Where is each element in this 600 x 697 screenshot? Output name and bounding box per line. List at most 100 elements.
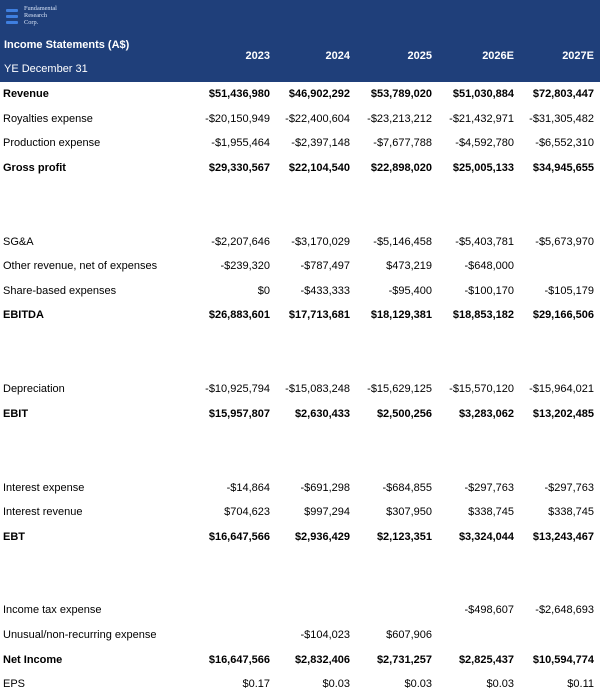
row-value: $22,104,540 bbox=[288, 161, 350, 174]
row-value: -$7,677,788 bbox=[373, 137, 432, 150]
row-value: $15,957,807 bbox=[208, 407, 270, 420]
spacer-row bbox=[0, 328, 600, 353]
row-value: -$15,629,125 bbox=[367, 383, 432, 396]
row-value: -$5,403,781 bbox=[455, 235, 514, 248]
table-row: Unusual/non-recurring expense -$104,023 $6… bbox=[0, 623, 600, 648]
row-value: $46,902,292 bbox=[288, 88, 350, 100]
row-label: EBT bbox=[3, 530, 25, 543]
row-value: -$105,179 bbox=[544, 284, 594, 297]
row-value: $51,436,980 bbox=[208, 88, 270, 100]
row-label: Interest revenue bbox=[3, 506, 83, 519]
row-value: $29,330,567 bbox=[208, 161, 270, 174]
row-label: Production expense bbox=[3, 137, 101, 150]
row-value: $3,324,044 bbox=[458, 530, 514, 543]
row-value: -$5,146,458 bbox=[373, 235, 432, 248]
row-value: -$787,497 bbox=[300, 260, 350, 273]
row-value: -$3,170,029 bbox=[291, 235, 350, 248]
row-value: $13,243,467 bbox=[532, 530, 594, 543]
table-header: Fundamental Research Corp. Income Statem… bbox=[0, 0, 600, 82]
row-value: -$2,648,693 bbox=[535, 604, 594, 617]
row-value: $16,647,566 bbox=[208, 653, 270, 666]
year-end-label: YE December 31 bbox=[4, 63, 88, 75]
row-value: $2,936,429 bbox=[294, 530, 350, 543]
year-header-2025: 2025 bbox=[407, 50, 432, 62]
row-value: $0.03 bbox=[404, 678, 432, 691]
row-value: -$95,400 bbox=[388, 284, 432, 297]
company-logo: Fundamental Research Corp. bbox=[6, 5, 96, 31]
table-row: Revenue $51,436,980 $46,902,292 $53,789,020… bbox=[0, 82, 600, 107]
row-value: $16,647,566 bbox=[208, 530, 270, 543]
row-value: -$498,607 bbox=[464, 604, 514, 617]
row-value: $338,745 bbox=[468, 506, 514, 519]
year-header-2023: 2023 bbox=[245, 50, 270, 62]
table-row: Interest revenue $704,623 $997,294 $307,950… bbox=[0, 500, 600, 525]
row-value: -$100,170 bbox=[464, 284, 514, 297]
row-value: $0.11 bbox=[567, 678, 594, 691]
table-row: EBITDA $26,883,601 $17,713,681 $18,129,381 $… bbox=[0, 303, 600, 328]
logo-mark-icon bbox=[6, 9, 18, 24]
row-value: $72,803,447 bbox=[532, 88, 594, 100]
row-label: Share-based expenses bbox=[3, 284, 117, 297]
row-value: -$2,207,646 bbox=[211, 235, 270, 248]
spacer-row bbox=[0, 426, 600, 451]
row-value: -$15,964,021 bbox=[529, 383, 594, 396]
row-value: $607,906 bbox=[386, 629, 432, 642]
row-value: $26,883,601 bbox=[208, 309, 270, 322]
row-label: EBITDA bbox=[3, 309, 44, 322]
row-value: -$31,305,482 bbox=[529, 112, 594, 125]
table-row: Share-based expenses $0 -$433,333 -$95,400 -… bbox=[0, 279, 600, 304]
row-value: -$23,213,212 bbox=[367, 112, 432, 125]
row-value: -$10,925,794 bbox=[205, 383, 270, 396]
table-row: EPS $0.17 $0.03 $0.03 $0.03 $0.11 bbox=[0, 672, 600, 697]
row-value: $2,731,257 bbox=[376, 653, 432, 666]
row-value: -$15,083,248 bbox=[285, 383, 350, 396]
row-value: $2,123,351 bbox=[376, 530, 432, 543]
row-value: -$5,673,970 bbox=[535, 235, 594, 248]
row-value: -$22,400,604 bbox=[285, 112, 350, 125]
row-value: -$1,955,464 bbox=[211, 137, 270, 150]
table-row: Gross profit $29,330,567 $22,104,540 $22,89… bbox=[0, 156, 600, 181]
income-statement-page: Fundamental Research Corp. Income Statem… bbox=[0, 0, 600, 690]
table-row: Production expense -$1,955,464 -$2,397,148… bbox=[0, 131, 600, 156]
row-value: -$4,592,780 bbox=[455, 137, 514, 150]
row-value: $473,219 bbox=[386, 260, 432, 273]
spacer-row bbox=[0, 180, 600, 205]
row-value: -$20,150,949 bbox=[205, 112, 270, 125]
row-value: $307,950 bbox=[386, 506, 432, 519]
row-value: $2,825,437 bbox=[458, 653, 514, 666]
year-header-2027e: 2027E bbox=[562, 50, 594, 62]
statement-title: Income Statements (A$) bbox=[4, 39, 130, 51]
table-row: Depreciation -$10,925,794 -$15,083,248 -$15… bbox=[0, 377, 600, 402]
row-label: Unusual/non-recurring expense bbox=[3, 629, 157, 642]
table-row: Income tax expense -$498,607 -$2,648,693 bbox=[0, 598, 600, 623]
row-value: $0.03 bbox=[486, 678, 514, 691]
row-value: $13,202,485 bbox=[532, 407, 594, 420]
row-label: Gross profit bbox=[3, 161, 66, 174]
row-value: -$21,432,971 bbox=[449, 112, 514, 125]
row-value: -$648,000 bbox=[464, 260, 514, 273]
row-value: $2,832,406 bbox=[294, 653, 350, 666]
statement-rows: Revenue $51,436,980 $46,902,292 $53,789,020… bbox=[0, 82, 600, 697]
row-label: EBIT bbox=[3, 407, 29, 420]
table-row: Net Income $16,647,566 $2,832,406 $2,731,25… bbox=[0, 648, 600, 673]
row-value: $22,898,020 bbox=[370, 161, 432, 174]
row-value: -$14,864 bbox=[226, 481, 270, 494]
row-value: $18,853,182 bbox=[452, 309, 514, 322]
row-value: $2,500,256 bbox=[376, 407, 432, 420]
row-value: $3,283,062 bbox=[458, 407, 514, 420]
row-value: $17,713,681 bbox=[288, 309, 350, 322]
row-value: $34,945,655 bbox=[532, 161, 594, 174]
table-row: Royalties expense -$20,150,949 -$22,400,60… bbox=[0, 107, 600, 132]
logo-text: Fundamental Research Corp. bbox=[24, 5, 57, 26]
spacer-row bbox=[0, 205, 600, 230]
year-header-2024: 2024 bbox=[325, 50, 350, 62]
row-value: -$104,023 bbox=[300, 629, 350, 642]
table-row: Other revenue, net of expenses -$239,320 -… bbox=[0, 254, 600, 279]
table-row: SG&A -$2,207,646 -$3,170,029 -$5,146,458 -$5… bbox=[0, 230, 600, 255]
row-value: -$691,298 bbox=[300, 481, 350, 494]
table-row: EBIT $15,957,807 $2,630,433 $2,500,256 $3,28… bbox=[0, 402, 600, 427]
row-value: $25,005,133 bbox=[452, 161, 514, 174]
row-label: Other revenue, net of expenses bbox=[3, 260, 158, 273]
row-label: Interest expense bbox=[3, 481, 85, 494]
row-label: Depreciation bbox=[3, 383, 65, 396]
